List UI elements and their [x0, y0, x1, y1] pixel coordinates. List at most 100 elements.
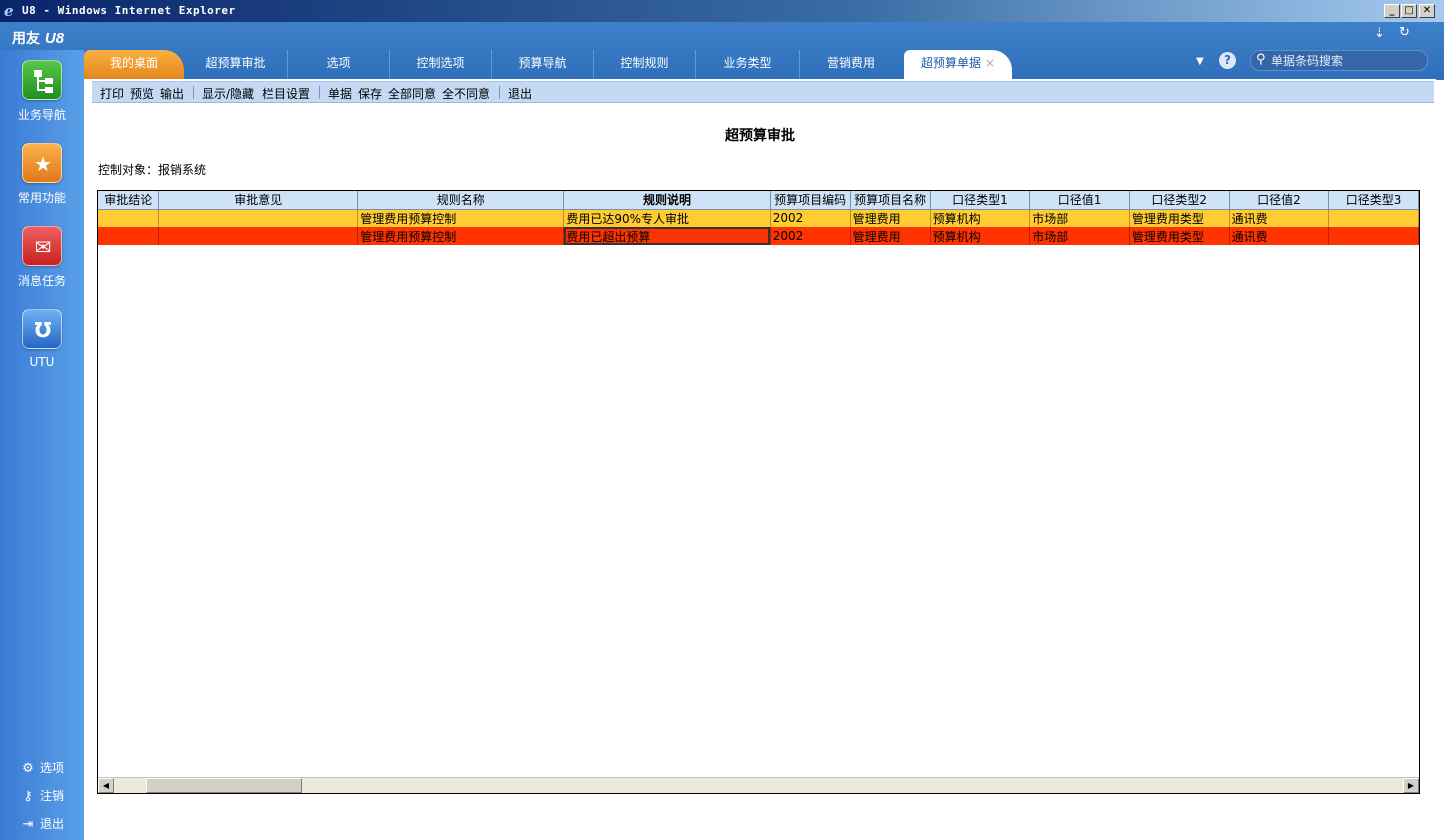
table-cell[interactable]: 市场部 [1029, 227, 1130, 245]
table-cell[interactable] [98, 209, 160, 227]
scroll-right-icon[interactable]: ▶ [1403, 778, 1419, 793]
mail-icon: ✉ [22, 226, 62, 266]
menu-dropdown-icon[interactable]: ⇣ [1374, 26, 1385, 41]
scroll-thumb[interactable] [146, 778, 302, 793]
table-cell[interactable]: 2002 [770, 227, 851, 245]
save-button[interactable]: 保存 [358, 85, 382, 102]
table-cell[interactable]: 预算机构 [930, 209, 1031, 227]
toolbar-divider [319, 86, 320, 99]
close-window-button[interactable]: ✕ [1419, 4, 1435, 18]
horizontal-scrollbar[interactable]: ◀ ▶ [98, 777, 1419, 793]
search-input[interactable] [1271, 53, 1421, 69]
tab-label: 超预算单据 [920, 56, 981, 70]
tab-list-dropdown-icon[interactable]: ▼ [1196, 56, 1204, 67]
show-hide-button[interactable]: 显示/隐藏 [202, 85, 254, 102]
tab-marketing-expense[interactable]: 营销费用 [800, 50, 902, 79]
utu-icon: Ʊ [22, 309, 62, 349]
output-button[interactable]: 输出 [160, 85, 184, 102]
table-cell-focused[interactable]: 费用已超出预算 [563, 227, 771, 245]
column-header[interactable]: 口径类型2 [1129, 191, 1230, 210]
search-icon: ⚲ [1256, 52, 1266, 67]
sidebar-item-messages[interactable]: ✉ 消息任务 [0, 226, 84, 289]
tab-my-desktop[interactable]: 我的桌面 [84, 50, 184, 79]
tab-label: 业务类型 [723, 56, 772, 70]
tab-label: 营销费用 [826, 56, 875, 70]
page-title: 超预算审批 [725, 128, 795, 144]
barcode-search[interactable]: ⚲ [1250, 50, 1428, 71]
sidebar-exit-link[interactable]: ⇥ 退出 [20, 815, 64, 832]
sidebar-item-business-nav[interactable]: 业务导航 [0, 60, 84, 123]
scroll-left-icon[interactable]: ◀ [98, 778, 114, 793]
maximize-button[interactable]: □ [1401, 4, 1417, 18]
tab-label: 控制选项 [416, 56, 465, 70]
table-cell[interactable] [1328, 209, 1419, 227]
sidebar-options-link[interactable]: ⚙ 选项 [20, 759, 64, 776]
tab-budget-nav[interactable]: 预算导航 [492, 50, 594, 79]
tab-label: 选项 [326, 56, 351, 70]
table-cell[interactable] [98, 227, 160, 245]
tab-label: 控制规则 [620, 56, 669, 70]
table-cell[interactable]: 管理费用 [850, 227, 931, 245]
sidebar-item-label: 常用功能 [17, 191, 66, 205]
tab-control-rules[interactable]: 控制规则 [594, 50, 696, 79]
table-cell[interactable]: 通讯费 [1229, 227, 1330, 245]
column-header[interactable]: 口径类型3 [1328, 191, 1419, 210]
table-cell[interactable]: 管理费用 [850, 209, 931, 227]
column-header[interactable]: 规则说明 [563, 191, 771, 210]
refresh-icon[interactable]: ↻ [1399, 25, 1410, 40]
table-cell[interactable] [158, 209, 359, 227]
table-cell[interactable]: 管理费用类型 [1129, 227, 1230, 245]
tab-over-budget-approval[interactable]: 超预算审批 [184, 50, 288, 79]
column-header[interactable]: 口径类型1 [930, 191, 1031, 210]
table-cell[interactable] [1328, 227, 1419, 245]
table-cell[interactable]: 通讯费 [1229, 209, 1330, 227]
window-title: U8 - Windows Internet Explorer [22, 4, 236, 17]
toolbar-divider [193, 86, 194, 99]
main-content: 打印 预览 输出 显示/隐藏 栏目设置 单据 保存 全部同意 全不同意 退出 超… [84, 79, 1436, 840]
table-cell[interactable] [158, 227, 359, 245]
column-header[interactable]: 口径值1 [1029, 191, 1130, 210]
column-header[interactable]: 规则名称 [357, 191, 565, 210]
column-header[interactable]: 审批结论 [98, 191, 160, 210]
table-cell[interactable]: 管理费用预算控制 [357, 227, 565, 245]
control-object-label: 控制对象：报销系统 [98, 163, 207, 177]
column-settings-button[interactable]: 栏目设置 [262, 85, 310, 102]
table-row[interactable]: 管理费用预算控制 费用已达90%专人审批 2002 管理费用 预算机构 市场部 … [98, 209, 1419, 227]
key-icon: ⚷ [23, 789, 33, 804]
tab-label: 我的桌面 [109, 56, 158, 70]
tab-over-budget-doc[interactable]: 超预算单据 × [904, 50, 1012, 79]
approval-table: 审批结论 审批意见 规则名称 规则说明 预算项目编码 预算项目名称 口径类型1 … [98, 191, 1419, 245]
exit-icon: ⇥ [22, 817, 34, 832]
close-tab-icon[interactable]: × [985, 56, 995, 70]
ie-icon: e [4, 2, 14, 20]
approval-grid: 审批结论 审批意见 规则名称 规则说明 预算项目编码 预算项目名称 口径类型1 … [97, 190, 1420, 794]
table-cell[interactable]: 费用已达90%专人审批 [563, 209, 771, 227]
reject-all-button[interactable]: 全不同意 [442, 85, 490, 102]
table-cell[interactable]: 2002 [770, 209, 851, 227]
help-icon[interactable]: ? [1219, 52, 1236, 69]
column-header[interactable]: 预算项目名称 [850, 191, 931, 210]
tab-control-options[interactable]: 控制选项 [390, 50, 492, 79]
table-cell[interactable]: 管理费用预算控制 [357, 209, 565, 227]
approve-all-button[interactable]: 全部同意 [388, 85, 436, 102]
sidebar-item-favorites[interactable]: ★ 常用功能 [0, 143, 84, 206]
tab-business-type[interactable]: 业务类型 [696, 50, 800, 79]
column-header[interactable]: 审批意见 [158, 191, 359, 210]
table-cell[interactable]: 管理费用类型 [1129, 209, 1230, 227]
column-header[interactable]: 口径值2 [1229, 191, 1330, 210]
minimize-button[interactable]: _ [1384, 4, 1400, 18]
exit-button[interactable]: 退出 [508, 85, 532, 102]
sidebar-item-utu[interactable]: Ʊ UTU [0, 309, 84, 369]
preview-button[interactable]: 预览 [130, 85, 154, 102]
tab-options[interactable]: 选项 [288, 50, 390, 79]
sidebar-logout-link[interactable]: ⚷ 注销 [20, 787, 64, 804]
table-row[interactable]: 管理费用预算控制 费用已超出预算 2002 管理费用 预算机构 市场部 管理费用… [98, 227, 1419, 245]
sidebar-bottom-label: 选项 [40, 761, 65, 775]
document-button[interactable]: 单据 [328, 85, 352, 102]
table-cell[interactable]: 预算机构 [930, 227, 1031, 245]
table-cell[interactable]: 市场部 [1029, 209, 1130, 227]
sidebar-bottom-label: 退出 [40, 817, 65, 831]
column-header[interactable]: 预算项目编码 [770, 191, 851, 210]
sidebar-bottom-label: 注销 [40, 789, 65, 803]
print-button[interactable]: 打印 [100, 85, 124, 102]
